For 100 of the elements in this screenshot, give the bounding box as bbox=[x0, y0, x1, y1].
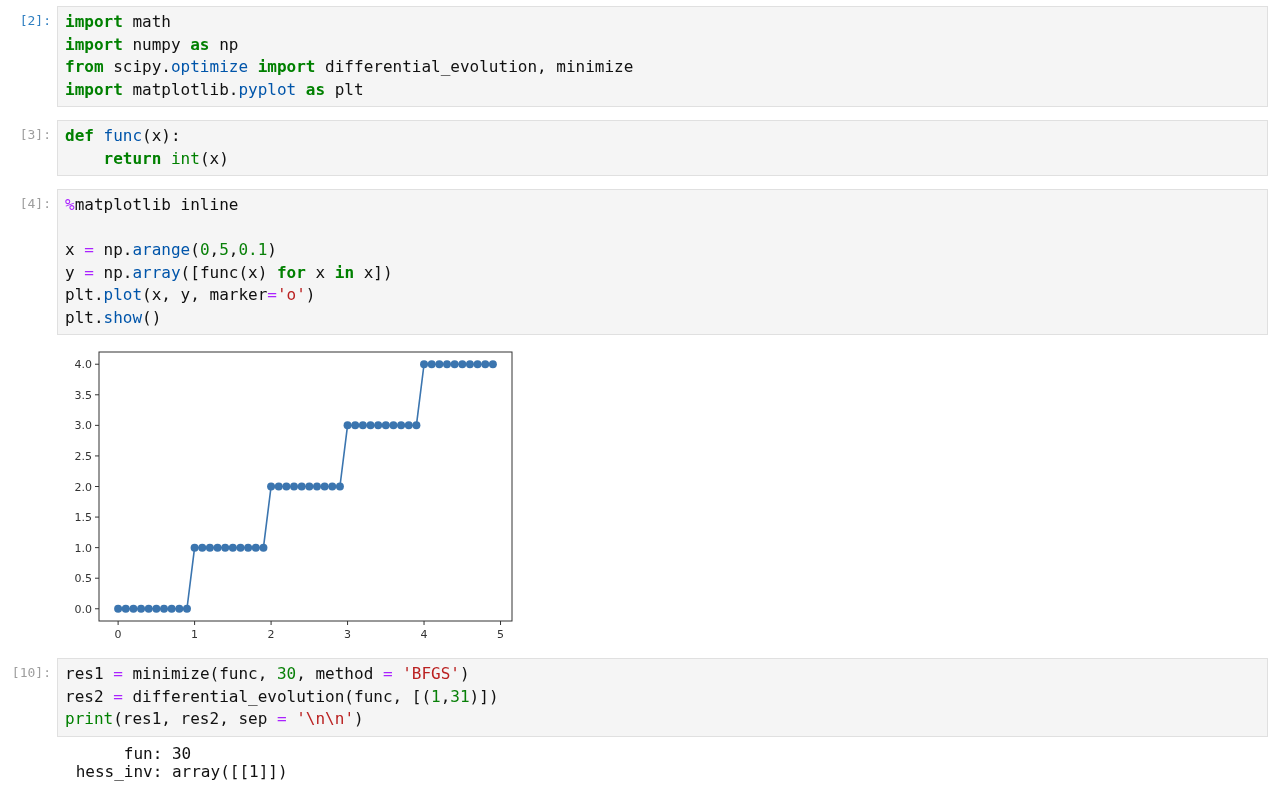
code-line: import numpy as np bbox=[65, 33, 240, 56]
data-point bbox=[389, 421, 398, 430]
data-point bbox=[274, 482, 283, 491]
tick-mark bbox=[194, 620, 196, 626]
data-point bbox=[297, 482, 306, 491]
tick-label: 3 bbox=[344, 628, 352, 641]
tick-label: 1.5 bbox=[74, 511, 92, 525]
tick-mark bbox=[94, 486, 100, 487]
data-point bbox=[175, 604, 184, 613]
data-point bbox=[473, 360, 482, 369]
data-point bbox=[435, 360, 444, 369]
code-cell[interactable]: res1 = minimize(func, 30, method = 'BFGS') res2 = differential_evolution(func, [(1,31)]) print(res1, res2, sep = '\n\n') bbox=[57, 658, 1268, 737]
code-line: res2 = differential_evolution(func, [(1,31)]) bbox=[65, 685, 500, 708]
data-point bbox=[488, 360, 497, 369]
data-point bbox=[221, 543, 230, 552]
data-point bbox=[328, 482, 337, 491]
data-point bbox=[282, 482, 291, 491]
tick-label: 3.5 bbox=[74, 388, 92, 402]
data-point bbox=[267, 482, 276, 491]
tick-mark bbox=[270, 620, 272, 626]
code-cell[interactable]: %matplotlib inline x = np.arange(0,5,0.1) y = np.array([func(x) for x in x]) plt.plot(x, y, marker='o') plt.show() bbox=[57, 189, 1268, 335]
tick-label: 1.0 bbox=[74, 541, 92, 555]
data-point bbox=[190, 543, 199, 552]
cell-prompt: [2]: bbox=[18, 12, 52, 30]
code-line: plt.show() bbox=[65, 306, 163, 329]
tick-mark bbox=[423, 620, 425, 626]
data-point bbox=[259, 543, 268, 552]
data-point bbox=[137, 604, 146, 613]
code-line: import matplotlib.pyplot as plt bbox=[65, 78, 365, 101]
tick-mark bbox=[94, 455, 100, 457]
data-point bbox=[465, 360, 474, 369]
data-point bbox=[481, 360, 490, 369]
data-point bbox=[305, 482, 314, 491]
code-line: def func(x): bbox=[65, 125, 182, 147]
code-line: print(res1, res2, sep = '\n\n') bbox=[65, 708, 365, 730]
tick-label: 0 bbox=[114, 628, 122, 641]
code-line: return int(x) bbox=[102, 147, 230, 170]
tick-mark bbox=[94, 363, 100, 365]
code-line: from scipy.optimize import differential_evolution, minimize bbox=[65, 56, 635, 78]
data-point bbox=[121, 604, 130, 613]
data-point bbox=[167, 604, 176, 613]
code-cell[interactable]: def func(x): return int(x) bbox=[57, 120, 1268, 176]
tick-label: 0.5 bbox=[74, 572, 92, 586]
tick-mark bbox=[500, 620, 502, 626]
code-line: res1 = minimize(func, 30, method = 'BFGS') bbox=[65, 663, 471, 685]
data-point bbox=[198, 543, 207, 552]
tick-label: 5 bbox=[497, 628, 505, 641]
code-line: %matplotlib inline bbox=[65, 194, 240, 216]
tick-label: 2.5 bbox=[74, 449, 92, 463]
data-point bbox=[458, 360, 467, 369]
data-point bbox=[427, 360, 436, 369]
data-point bbox=[251, 543, 260, 552]
data-point bbox=[236, 543, 245, 552]
data-point bbox=[320, 482, 329, 491]
tick-mark bbox=[94, 577, 100, 579]
tick-label: 3.0 bbox=[74, 419, 92, 433]
tick-label: 0.0 bbox=[74, 602, 92, 616]
tick-mark bbox=[347, 620, 349, 626]
data-point bbox=[152, 604, 161, 613]
tick-mark bbox=[94, 516, 100, 518]
code-line: y = np.array([func(x) for x in x]) bbox=[65, 261, 394, 284]
data-point bbox=[343, 421, 352, 430]
tick-mark bbox=[94, 608, 100, 610]
data-point bbox=[182, 604, 191, 613]
cell-prompt: [10]: bbox=[10, 664, 52, 682]
tick-label: 4.0 bbox=[74, 358, 92, 372]
data-point bbox=[312, 482, 321, 491]
data-point bbox=[335, 482, 344, 491]
data-point bbox=[129, 604, 138, 613]
data-point bbox=[244, 543, 253, 552]
tick-label: 2.0 bbox=[74, 480, 92, 494]
data-point bbox=[290, 482, 299, 491]
data-point bbox=[374, 421, 383, 430]
data-point bbox=[358, 421, 367, 430]
tick-mark bbox=[94, 547, 100, 549]
cell-prompt: [3]: bbox=[18, 126, 52, 144]
cell-prompt: [4]: bbox=[18, 195, 52, 213]
code-line: x = np.arange(0,5,0.1) bbox=[65, 239, 278, 261]
data-point bbox=[213, 543, 222, 552]
tick-mark bbox=[94, 424, 100, 426]
data-point bbox=[450, 360, 459, 369]
tick-label: 1 bbox=[191, 628, 199, 641]
code-cell[interactable]: import math import numpy as np from scipy.optimize import differential_evolution, minimize import matplotlib.pyplot as plt bbox=[57, 6, 1268, 107]
data-point bbox=[114, 604, 123, 613]
tick-mark bbox=[117, 620, 119, 626]
tick-mark bbox=[94, 394, 100, 396]
data-point bbox=[205, 543, 214, 552]
data-point bbox=[228, 543, 237, 552]
data-point bbox=[412, 421, 421, 430]
data-point bbox=[144, 604, 153, 613]
data-point bbox=[404, 421, 413, 430]
code-line: plt.plot(x, y, marker='o') bbox=[65, 284, 317, 306]
tick-label: 2 bbox=[267, 628, 275, 641]
data-point bbox=[351, 421, 360, 430]
data-point bbox=[420, 360, 429, 369]
data-point bbox=[381, 421, 390, 430]
data-point bbox=[397, 421, 406, 430]
code-line: import math bbox=[65, 11, 172, 33]
data-point bbox=[366, 421, 375, 430]
tick-label: 4 bbox=[420, 628, 428, 641]
